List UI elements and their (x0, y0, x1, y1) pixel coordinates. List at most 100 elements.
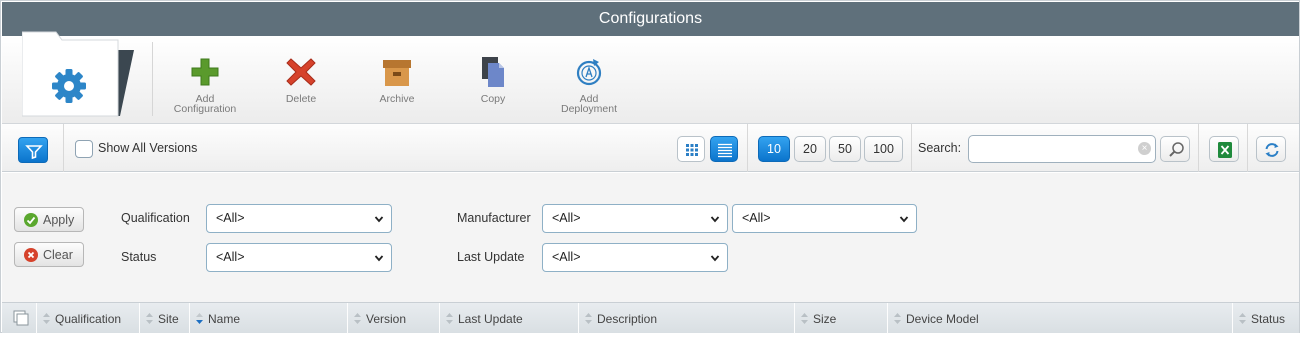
column-header-label: Site (158, 312, 179, 326)
column-header-version[interactable]: Version (347, 303, 439, 334)
qualification-select-value: <All> (216, 211, 245, 225)
sort-icon (1239, 313, 1246, 324)
controls-separator (63, 124, 64, 172)
search-button[interactable] (1160, 136, 1190, 162)
manufacturer-filter-label: Manufacturer (457, 211, 531, 225)
delete-label: Delete (285, 93, 317, 105)
clear-label: Clear (43, 248, 73, 262)
column-header-label: Name (208, 312, 241, 326)
chevron-down-icon (374, 216, 384, 223)
refresh-icon (1265, 143, 1279, 157)
column-header-status[interactable]: Status (1232, 303, 1299, 334)
toolbar: Add Configuration Delete Archive Copy Ad… (2, 31, 1299, 124)
clear-button[interactable]: Clear (14, 242, 84, 267)
column-header-qualification[interactable]: Qualification (36, 303, 139, 334)
sort-icon (146, 313, 153, 324)
model-select[interactable]: <All> (732, 204, 917, 233)
apply-button[interactable]: Apply (14, 207, 84, 232)
manufacturer-select[interactable]: <All> (542, 204, 728, 233)
model-select-value: <All> (742, 211, 771, 225)
chevron-down-icon (374, 255, 384, 262)
apply-check-icon (24, 213, 38, 227)
delete-button[interactable]: Delete (253, 56, 349, 104)
column-header-site[interactable]: Site (139, 303, 189, 334)
status-filter-label: Status (121, 250, 157, 264)
clear-search-icon[interactable]: × (1138, 142, 1151, 155)
qualification-select[interactable]: <All> (206, 204, 392, 233)
sort-icon (894, 313, 901, 324)
archive-box-icon (381, 56, 413, 88)
last-update-filter-label: Last Update (457, 250, 525, 264)
column-header-label: Size (813, 312, 837, 326)
sort-icon (585, 313, 592, 324)
deployment-icon (573, 56, 605, 88)
apply-label: Apply (43, 213, 75, 227)
sort-icon (801, 313, 808, 324)
filter-toggle-button[interactable] (18, 137, 48, 163)
grid-view-button[interactable] (677, 136, 705, 162)
grid-view-icon (686, 144, 698, 156)
column-header-last-update[interactable]: Last Update (439, 303, 578, 334)
search-input[interactable] (968, 135, 1156, 163)
archive-button[interactable]: Archive (349, 56, 445, 104)
column-header-label: Description (597, 312, 658, 326)
table-header-row: Qualification Site Name Version Last Update D… (2, 302, 1299, 334)
chevron-down-icon (710, 216, 720, 223)
list-view-button[interactable] (710, 136, 738, 162)
column-header-label: Version (366, 312, 407, 326)
plus-icon (189, 56, 221, 88)
excel-icon (1218, 142, 1232, 158)
page-size-50-button[interactable]: 50 (829, 136, 861, 162)
page-size-100-button[interactable]: 100 (864, 136, 903, 162)
add-deployment-button[interactable]: Add Deployment (541, 56, 637, 114)
search-label: Search: (918, 141, 962, 155)
configurations-window: Configurations Add Configuration Delete … (0, 0, 1300, 334)
controls-separator (1198, 124, 1199, 172)
copy-pages-icon (477, 56, 509, 88)
chevron-down-icon (710, 255, 720, 262)
funnel-icon (25, 145, 43, 160)
column-header-label: Status (1251, 312, 1286, 326)
controls-separator (747, 124, 748, 172)
sort-icon (446, 313, 453, 324)
show-all-versions-checkbox[interactable] (75, 140, 93, 158)
delete-x-icon (285, 56, 317, 88)
manufacturer-select-value: <All> (552, 211, 581, 225)
last-update-select-value: <All> (552, 250, 581, 264)
column-header-label: Last Update (458, 312, 523, 326)
controls-separator (1247, 124, 1248, 172)
column-header-label: Qualification (55, 312, 122, 326)
sort-desc-icon (196, 313, 203, 324)
column-header-size[interactable]: Size (794, 303, 887, 334)
clear-x-icon (24, 248, 38, 262)
status-select-value: <All> (216, 250, 245, 264)
column-header-name[interactable]: Name (189, 303, 347, 334)
chevron-down-icon (899, 216, 909, 223)
gear-folder-icon (21, 20, 134, 120)
column-header-device-model[interactable]: Device Model (887, 303, 1232, 334)
sort-icon (354, 313, 361, 324)
archive-label: Archive (379, 93, 415, 105)
column-header-description[interactable]: Description (578, 303, 794, 334)
filter-panel: Apply Clear Qualification <All> Status <… (2, 173, 1299, 302)
add-configuration-button[interactable]: Add Configuration (157, 56, 253, 114)
sort-icon (43, 313, 50, 324)
column-header-label: Device Model (906, 312, 979, 326)
page-size-10-button[interactable]: 10 (758, 136, 790, 162)
select-all-column[interactable] (2, 303, 36, 334)
toolbar-separator (152, 42, 153, 116)
grid-controls: Show All Versions 10 20 50 100 Search: × (2, 124, 1299, 172)
refresh-button[interactable] (1256, 136, 1286, 162)
add-configuration-label-2: Configuration (173, 103, 237, 115)
controls-separator (911, 124, 912, 172)
qualification-filter-label: Qualification (121, 211, 190, 225)
add-deployment-label-2: Deployment (560, 103, 618, 115)
copy-label: Copy (480, 93, 506, 105)
copy-button[interactable]: Copy (445, 56, 541, 104)
select-all-icon (13, 310, 29, 326)
export-excel-button[interactable] (1209, 136, 1239, 162)
show-all-versions-label: Show All Versions (98, 141, 198, 155)
page-size-20-button[interactable]: 20 (794, 136, 826, 162)
last-update-select[interactable]: <All> (542, 243, 728, 272)
status-select[interactable]: <All> (206, 243, 392, 272)
